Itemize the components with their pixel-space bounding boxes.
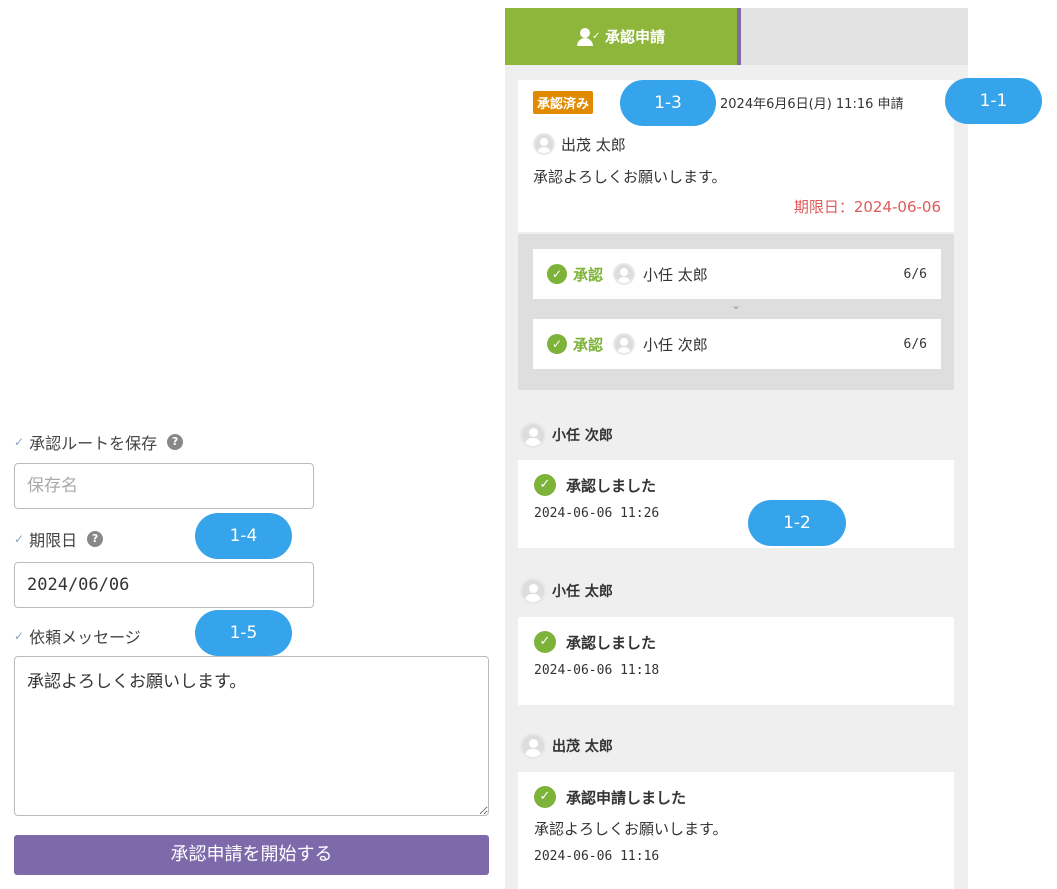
step-row: ✓ 承認 小任 太郎 6/6 [533,249,941,299]
save-route-label[interactable]: ✓ 承認ルートを保存 ? [14,430,184,454]
avatar [613,263,636,285]
avatar [520,422,546,448]
avatar [533,133,555,155]
status-badge: 承認済み [533,91,594,114]
history-action-text: 承認しました [566,476,657,495]
history-action-text: 承認申請しました [566,788,687,807]
avatar [520,733,546,759]
history-action: ✓ 承認しました [534,631,938,653]
step-status: 承認 [573,335,604,354]
save-name-input[interactable] [14,463,314,509]
history-action-text: 承認しました [566,633,657,652]
callout-1-4: 1-4 [195,513,292,559]
step-approver: 小任 次郎 [643,335,708,354]
help-icon[interactable]: ? [87,531,104,547]
requester: 出茂 太郎 [533,133,626,155]
tab-label: 承認申請 [604,28,665,46]
check-icon: ✓ [14,532,25,546]
help-icon[interactable]: ? [167,434,184,450]
tab-empty[interactable] [741,8,968,65]
start-approval-button[interactable]: 承認申請を開始する [14,835,489,875]
step-approver: 小任 太郎 [643,265,708,284]
check-circle-icon: ✓ [547,334,567,354]
history-action: ✓ 承認申請しました [534,786,938,808]
deadline-label: ✓ 期限日 ? [14,527,104,551]
history-card: ✓ 承認申請しました 承認よろしくお願いします。 2024-06-06 11:1… [518,772,954,889]
user-check-icon: ✓ [576,27,600,46]
history-user-name: 小任 太郎 [552,584,613,600]
tab-approval-request[interactable]: ✓ 承認申請 [505,8,737,65]
callout-1-5: 1-5 [195,610,292,656]
avatar [613,333,636,355]
message-label: ✓ 依頼メッセージ [14,624,141,648]
deadline-input[interactable] [14,562,314,608]
deadline-text: 期限日 [29,531,78,550]
callout-1-2: 1-2 [748,500,846,546]
check-icon: ✓ [14,435,25,449]
history-timestamp: 2024-06-06 11:26 [534,506,660,521]
request-message: 承認よろしくお願いします。 [533,168,727,186]
check-circle-icon: ✓ [547,264,567,284]
step-date: 6/6 [903,336,927,352]
callout-1-3: 1-3 [620,80,716,126]
history-user-name: 小任 次郎 [552,428,613,444]
history-user: 小任 太郎 [520,578,613,604]
history-user-name: 出茂 太郎 [552,739,613,755]
check-circle-icon: ✓ [534,786,556,808]
history-user: 出茂 太郎 [520,733,613,759]
check-icon: ✓ [14,629,25,643]
history-timestamp: 2024-06-06 11:16 [534,849,660,864]
check-circle-icon: ✓ [534,474,556,496]
check-circle-icon: ✓ [534,631,556,653]
history-card: ✓ 承認しました 2024-06-06 11:26 [518,460,954,548]
step-status: 承認 [573,265,604,284]
message-text: 依頼メッセージ [29,628,141,647]
avatar [520,578,546,604]
requester-name: 出茂 太郎 [561,135,626,154]
chevron-down-icon: ⌄ [731,298,742,312]
history-message: 承認よろしくお願いします。 [534,820,728,838]
history-action: ✓ 承認しました [534,474,938,496]
message-textarea[interactable]: 承認よろしくお願いします。 [14,656,489,816]
deadline-text: 期限日：2024-06-06 [793,198,941,216]
history-card: ✓ 承認しました 2024-06-06 11:18 [518,617,954,705]
step-row: ✓ 承認 小任 次郎 6/6 [533,319,941,369]
callout-1-1: 1-1 [945,78,1042,124]
applied-at: 2024年6月6日(月) 11:16 申請 [720,97,904,112]
history-timestamp: 2024-06-06 11:18 [534,663,660,678]
save-route-text: 承認ルートを保存 [29,434,158,453]
step-date: 6/6 [903,266,927,282]
history-user: 小任 次郎 [520,422,613,448]
